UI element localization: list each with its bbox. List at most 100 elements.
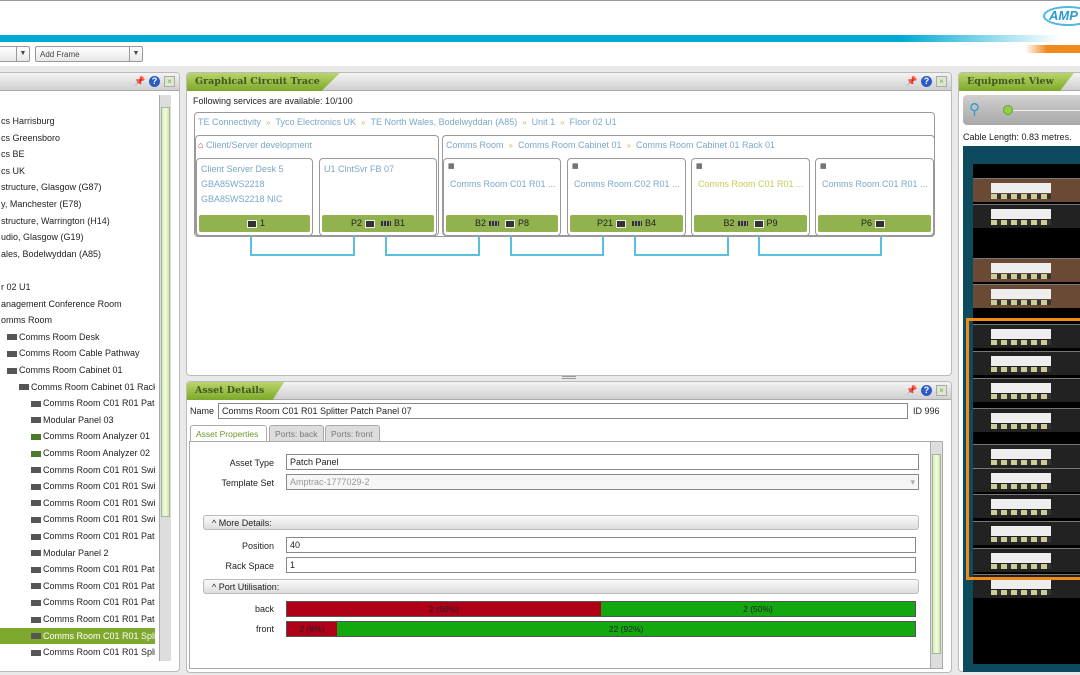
template-set-select[interactable]: Amptrac-1777029-2 ▾ [286, 474, 919, 490]
node-label[interactable]: GBA85WS2218 NIC [201, 192, 308, 207]
pin-icon[interactable]: 📌 [906, 76, 917, 87]
asset-scrollbar[interactable] [930, 442, 942, 668]
node-label[interactable]: Comms Room C01 R01 ... [448, 177, 556, 192]
tree-item[interactable]: structure, Warrington (H14) [0, 213, 155, 229]
tree-item[interactable]: Modular Panel 2 [0, 545, 155, 561]
port-bar[interactable]: P6 [818, 215, 931, 232]
scroll-thumb[interactable] [161, 107, 170, 517]
tree-item[interactable]: cs UK [0, 163, 155, 179]
circuit-node-card[interactable]: U1 ClntSvr FB 07 P2 B1 [319, 158, 437, 236]
tree-item[interactable]: Comms Room Cable Pathway [0, 345, 155, 361]
tree-item[interactable]: Comms Room C01 R01 Switch [0, 478, 155, 494]
tree-item[interactable]: omms Room [0, 312, 155, 328]
tree-item[interactable]: Comms Room Cabinet 01 [0, 362, 155, 378]
tree-item[interactable]: Comms Room C01 R01 Switch [0, 511, 155, 527]
tree-item[interactable]: Comms Room Desk [0, 329, 155, 345]
pin-icon[interactable]: 📌 [906, 385, 917, 396]
name-field[interactable]: Comms Room C01 R01 Splitter Patch Panel … [218, 403, 908, 419]
breadcrumb-link[interactable]: Comms Room Cabinet 01 Rack 01 [636, 140, 775, 150]
circuit-node-card[interactable]: ▦ Comms Room C01 R01 ... P6 [815, 158, 934, 236]
tree-item[interactable]: Comms Room C01 R01 Splitter [0, 644, 155, 660]
breadcrumb-link[interactable]: Tyco Electronics UK [275, 117, 356, 127]
tree-item[interactable]: Comms Room C01 R01 Switch [0, 495, 155, 511]
cable-connection[interactable] [602, 236, 604, 255]
breadcrumb-link[interactable]: TE Connectivity [198, 117, 261, 127]
tree-item[interactable]: structure, Glasgow (G87) [0, 179, 155, 195]
breadcrumb-link[interactable]: TE North Wales, Bodelwyddan (A85) [370, 117, 517, 127]
tab-ports-back[interactable]: Ports: back [269, 425, 324, 441]
node-label[interactable]: GBA85WS2218 [201, 177, 308, 192]
breadcrumb-link[interactable]: Floor 02 U1 [570, 117, 617, 127]
tree-item[interactable]: Modular Panel 03 [0, 412, 155, 428]
cable-connection[interactable] [727, 236, 729, 255]
circuit-node-card[interactable]: Client Server Desk 5 GBA85WS2218 GBA85WS22… [196, 158, 313, 236]
pin-icon[interactable]: 📌 [134, 76, 145, 87]
tree-item[interactable]: Comms Room C01 R01 Patch P [0, 395, 155, 411]
asset-type-field[interactable]: Patch Panel [286, 454, 919, 470]
port-utilisation-section[interactable]: ^ Port Utilisation: [203, 579, 919, 594]
rack-unit[interactable] [973, 204, 1080, 228]
node-label[interactable]: Client Server Desk 5 [201, 162, 308, 177]
rack-view[interactable] [963, 146, 1080, 672]
zoom-slider[interactable] [1003, 110, 1080, 111]
more-details-section[interactable]: ^ More Details: [203, 515, 919, 530]
node-label[interactable]: Comms Room C01 R01 ... [696, 177, 805, 192]
tree-item[interactable]: Comms Room C01 R01 Splitter [0, 627, 155, 644]
cable-connection[interactable] [880, 236, 882, 255]
tree-item[interactable]: Comms Room Analyzer 01 [0, 428, 155, 444]
rack-unit[interactable] [973, 258, 1080, 282]
tree-item[interactable]: r 02 U1 [0, 279, 155, 295]
tree-item[interactable]: Comms Room C01 R01 Patch P [0, 594, 155, 610]
close-icon[interactable]: × [936, 385, 947, 396]
port-bar[interactable]: B2 P8 [446, 215, 558, 232]
tree-item[interactable]: cs Greensboro [0, 130, 155, 146]
port-bar[interactable]: B2 P9 [694, 215, 807, 232]
help-icon[interactable]: ? [921, 385, 932, 396]
scroll-thumb[interactable] [932, 454, 941, 654]
circuit-node-card[interactable]: ▦ Comms Room C01 R01 ... B2 P8 [443, 158, 561, 236]
chevron-down-icon[interactable]: ▾ [910, 477, 915, 488]
cable-connection[interactable] [385, 254, 480, 256]
cable-connection[interactable] [510, 236, 512, 255]
close-icon[interactable]: × [164, 76, 175, 87]
port-bar[interactable]: P2 B1 [322, 215, 434, 232]
tree-item[interactable]: Comms Room C01 R01 Patch P [0, 578, 155, 594]
rack-unit[interactable] [973, 178, 1080, 202]
cable-connection[interactable] [758, 236, 760, 255]
node-label[interactable]: Comms Room C01 R01 ... [820, 177, 929, 192]
rack-space-field[interactable]: 1 [286, 557, 916, 573]
tree-item[interactable]: anagement Conference Room [0, 296, 155, 312]
frame-select[interactable]: ▼ [0, 46, 30, 62]
circuit-node-card[interactable]: ▦ Comms Room C01 R01 ... B2 P9 [691, 158, 810, 236]
node-label[interactable]: Comms Room C02 R01 ... [572, 177, 681, 192]
tree-item[interactable]: Comms Room Cabinet 01 Rack 01 [0, 379, 155, 395]
node-label[interactable]: U1 ClntSvr FB 07 [324, 162, 432, 177]
tree-item[interactable]: Comms Room C01 R01 Switch [0, 462, 155, 478]
port-bar[interactable]: 1 [199, 215, 310, 232]
tree-item[interactable]: ales, Bodelwyddan (A85) [0, 246, 155, 262]
cable-connection[interactable] [353, 236, 355, 255]
rack-unit[interactable] [973, 284, 1080, 308]
help-icon[interactable]: ? [921, 76, 932, 87]
tab-asset-properties[interactable]: Asset Properties [190, 425, 267, 442]
tree-item[interactable]: cs BE [0, 146, 155, 162]
zoom-slider-handle[interactable] [1003, 105, 1013, 115]
cable-connection[interactable] [510, 254, 604, 256]
group-left-label[interactable]: ⌂ Client/Server development [198, 140, 312, 150]
tree-item[interactable]: cs Harrisburg [0, 113, 155, 129]
cable-connection[interactable] [250, 254, 355, 256]
position-field[interactable]: 40 [286, 537, 916, 553]
chevron-down-icon[interactable]: ▼ [129, 47, 142, 61]
splitter-handle[interactable] [562, 376, 576, 379]
cable-connection[interactable] [250, 236, 252, 255]
add-frame-select[interactable]: Add Frame ▼ [35, 46, 143, 62]
tree-item[interactable]: y, Manchester (E78) [0, 196, 155, 212]
tree-scrollbar[interactable] [159, 95, 171, 661]
tree-item[interactable]: Comms Room C01 R01 Patch P [0, 528, 155, 544]
tree-item[interactable]: udio, Glasgow (G19) [0, 229, 155, 245]
cable-connection[interactable] [634, 254, 729, 256]
port-bar[interactable]: P21 B4 [570, 215, 683, 232]
tree-item[interactable]: Comms Room C01 R01 Patch P [0, 611, 155, 627]
chevron-down-icon[interactable]: ▼ [16, 47, 29, 61]
cable-connection[interactable] [478, 236, 480, 255]
